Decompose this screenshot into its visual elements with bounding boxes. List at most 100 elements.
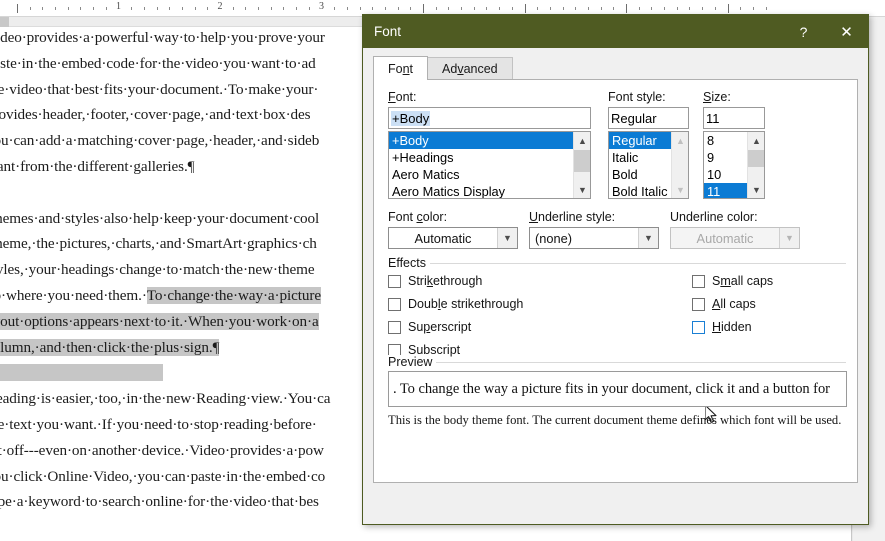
font-style-list-item[interactable]: Italic — [609, 149, 671, 166]
font-list-scrollbar[interactable]: ▲ ▼ — [573, 132, 590, 198]
ruler-tick — [93, 7, 95, 10]
underline-color-combo: Automatic ▼ — [670, 227, 800, 249]
checkbox-box[interactable] — [388, 274, 401, 288]
checkbox-box[interactable] — [692, 274, 705, 288]
text-run: Themes·and·styles·also·help·keep·your·do… — [0, 209, 320, 227]
scroll-down-icon[interactable]: ▼ — [574, 181, 590, 198]
selected-run: ayout·options·appears·next·to·it.·When·y… — [0, 312, 319, 330]
size-label: Size: — [703, 90, 731, 104]
selected-run: column,·and·then·click·the·plus·sign.¶ — [0, 338, 219, 356]
checkbox-box[interactable] — [692, 320, 705, 334]
text-run: up·where·you·need·them.· — [0, 286, 147, 304]
font-size-input[interactable]: 11 — [703, 107, 765, 129]
text-run: Reading·is·easier,·too,·in·the·new·Readi… — [0, 390, 331, 408]
scroll-down-icon[interactable]: ▼ — [748, 181, 764, 198]
text-run: Video·provides·a·powerful·way·to·help·yo… — [0, 29, 325, 46]
ruler-tick — [80, 7, 82, 10]
ruler-number: 1 — [116, 1, 121, 12]
font-style-list-item[interactable]: Regular — [609, 132, 671, 149]
ruler-tick — [194, 7, 196, 10]
ruler-tick — [372, 7, 374, 10]
checkbox-strikethrough[interactable]: Strikethrough — [388, 274, 482, 288]
ruler-number: 2 — [217, 1, 223, 12]
ruler-tick — [207, 7, 209, 10]
checkbox-hidden[interactable]: Hidden — [692, 320, 752, 334]
ruler-tick — [245, 7, 247, 10]
titlebar-buttons: ? ✕ — [782, 15, 868, 48]
font-dialog[interactable]: Font ? ✕ Font Advanced Font: Font style:… — [362, 14, 869, 525]
help-icon[interactable]: ? — [782, 15, 825, 48]
scroll-up-icon[interactable]: ▲ — [748, 132, 764, 149]
text-run: the·text·you·want.·If·you·need·to·stop·r… — [0, 415, 317, 433]
font-color-combo[interactable]: Automatic ▼ — [388, 227, 518, 249]
text-run: the·video·that·best·fits·your·document.·… — [0, 80, 319, 98]
font-size-list-item[interactable]: 11 — [704, 183, 747, 198]
font-name-input[interactable]: +Body — [388, 107, 591, 129]
effects-group-title: Effects — [388, 256, 430, 270]
tab-font[interactable]: Font — [373, 56, 429, 80]
dialog-titlebar[interactable]: Font ? ✕ — [363, 15, 868, 48]
chevron-down-icon[interactable]: ▼ — [497, 228, 517, 248]
ruler-tick — [626, 4, 627, 13]
text-run: styles,·your·headings·change·to·match·th… — [0, 261, 315, 279]
selected-run: To·change·the·way·a·picture — [146, 286, 321, 304]
ruler-tick — [283, 7, 285, 10]
ruler-tick — [346, 7, 348, 10]
font-size-list[interactable]: 89101112 ▲ ▼ — [703, 131, 765, 199]
scroll-up-icon[interactable]: ▲ — [672, 132, 688, 149]
checkbox-label: Superscript — [408, 320, 472, 334]
font-size-list-item[interactable]: 9 — [704, 149, 747, 166]
ruler-tick — [702, 7, 704, 10]
tab-advanced[interactable]: Advanced — [427, 57, 513, 80]
font-size-list-scrollbar[interactable]: ▲ ▼ — [747, 132, 764, 198]
checkbox-double-strikethrough[interactable]: Double strikethrough — [388, 297, 523, 311]
ruler-tick — [384, 7, 386, 10]
font-size-list-item[interactable]: 8 — [704, 132, 747, 149]
checkbox-box[interactable] — [388, 320, 401, 334]
text-run: type·a·keyword·to·search·online·for·the·… — [0, 493, 319, 511]
font-style-list-item[interactable]: Bold — [609, 166, 671, 183]
underline-color-value: Automatic — [696, 230, 754, 246]
ruler-tick — [765, 7, 767, 10]
font-list[interactable]: +Body +Headings Aero Matics Aero Matics Dis… — [388, 131, 591, 199]
checkbox-all-caps[interactable]: All caps — [692, 297, 756, 311]
text-run: you·click·Online·Video,·you·can·paste·in… — [0, 467, 326, 485]
chevron-down-icon[interactable]: ▼ — [638, 228, 658, 248]
text-run: eft·off---even·on·another·device.·Video·… — [0, 441, 324, 459]
checkbox-box[interactable] — [388, 297, 401, 311]
font-style-input[interactable]: Regular — [608, 107, 689, 129]
font-preview-text: . To change the way a picture fits in yo… — [393, 380, 830, 397]
scroll-down-icon[interactable]: ▼ — [672, 181, 688, 198]
checkbox-small-caps[interactable]: Small caps — [692, 274, 773, 288]
underline-style-combo[interactable]: (none) ▼ — [529, 227, 659, 249]
font-list-item[interactable]: +Headings — [389, 149, 573, 166]
ruler-tick — [752, 7, 754, 10]
ruler-tick — [727, 4, 729, 13]
dialog-title: Font — [374, 24, 402, 39]
close-icon[interactable]: ✕ — [825, 15, 868, 48]
checkbox-label: Small caps — [712, 274, 774, 288]
checkbox-label: All caps — [712, 297, 756, 311]
font-list-item[interactable]: +Body — [389, 132, 573, 149]
ruler-tick — [613, 7, 615, 10]
scroll-thumb[interactable] — [574, 150, 590, 172]
text-run: you·can·add·a·matching·cover·page,·heade… — [0, 132, 320, 150]
font-list-item[interactable]: Aero Matics Display — [389, 183, 573, 198]
ruler-tick — [499, 7, 501, 10]
preview-group-title: Preview — [388, 355, 437, 369]
font-style-list-item[interactable]: Bold Italic — [609, 183, 671, 198]
checkbox-superscript[interactable]: Superscript — [388, 320, 471, 334]
effects-group-line — [388, 263, 846, 264]
ruler-tick — [537, 7, 539, 10]
checkbox-box[interactable] — [692, 297, 705, 311]
font-style-list-scrollbar[interactable]: ▲ ▼ — [671, 132, 688, 198]
ruler-tick — [169, 7, 171, 10]
font-style-list[interactable]: Regular Italic Bold Bold Italic ▲ ▼ — [608, 131, 689, 199]
font-list-item[interactable]: Aero Matics — [389, 166, 573, 183]
selected-run — [0, 364, 164, 382]
font-size-list-item[interactable]: 10 — [704, 166, 747, 183]
scroll-thumb[interactable] — [748, 150, 764, 167]
ruler-tick — [461, 7, 463, 10]
ruler-tick — [473, 7, 475, 10]
scroll-up-icon[interactable]: ▲ — [574, 132, 590, 149]
